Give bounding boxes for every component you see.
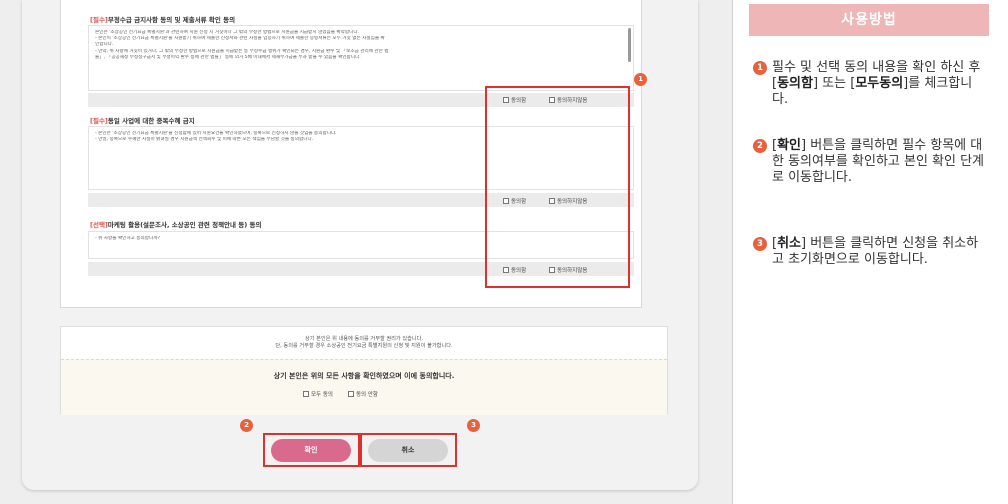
- section-1-title: [필수]부정수급 금지사항 동의 및 제출서류 확인 동의: [90, 14, 235, 24]
- required-tag: [필수]: [90, 16, 108, 24]
- notice-line: 상기 본인은 위 내용에 동의를 거부할 권리가 있습니다.: [304, 336, 424, 342]
- step-text-part: ] 또는 [: [812, 76, 856, 91]
- checkbox-icon: [303, 391, 309, 397]
- step-text: [취소] 버튼을 클릭하면 신청을 취소하고 초기화면으로 이동합니다.: [772, 236, 988, 268]
- notice-line: 단, 동의를 거부할 경우 소상공인 전기요금 특별지원의 신청 및 지원이 불…: [275, 343, 453, 349]
- guide-step-2: 2 [확인] 버튼을 클릭하면 필수 항목에 대한 동의여부를 확인하고 본인 …: [753, 138, 988, 186]
- all-agree-checkbox[interactable]: 모두 동의: [303, 390, 333, 398]
- marker-2: 2: [240, 419, 253, 432]
- marker-3: 3: [467, 419, 480, 432]
- section-title-text: 동일 사업에 대한 중복수혜 금지: [107, 117, 195, 125]
- section-title-text: 부정수급 금지사항 동의 및 제출서류 확인 동의: [107, 16, 236, 24]
- content-line: 률」, 「공공재정 부정청구금지 및 부정이익 환수 등에 관한 법률」 등에 …: [95, 54, 361, 60]
- step-bold: 모두동의: [855, 76, 904, 91]
- scrollbar[interactable]: [628, 28, 631, 62]
- guide-panel: 사용방법 1 필수 및 선택 동의 내용을 확인 하신 후 [동의함] 또는 […: [733, 0, 1008, 504]
- notice-text: 상기 본인은 위 내용에 동의를 거부할 권리가 있습니다. 단, 동의를 거부…: [61, 327, 667, 359]
- marker-1: 1: [634, 73, 647, 86]
- section-3-title: [선택]마케팅 활용(설문조사, 소상공인 관련 정책안내 등) 동의: [90, 219, 261, 229]
- guide-step-3: 3 [취소] 버튼을 클릭하면 신청을 취소하고 초기화면으로 이동합니다.: [753, 236, 988, 268]
- step-bold: 확인: [777, 138, 801, 153]
- checkbox-label: 동의 안함: [356, 392, 378, 398]
- confirm-button[interactable]: 확인: [271, 439, 351, 462]
- step-text: 필수 및 선택 동의 내용을 확인 하신 후 [동의함] 또는 [모두동의]를 …: [772, 60, 988, 108]
- optional-tag: [선택]: [90, 221, 108, 229]
- checkbox-icon: [348, 391, 354, 397]
- confirm-area: 상기 본인은 위의 모든 사항을 확인하였으며 이에 동의합니다. 모두 동의 …: [61, 359, 667, 415]
- step-number-icon: 2: [753, 139, 767, 153]
- guide-step-1: 1 필수 및 선택 동의 내용을 확인 하신 후 [동의함] 또는 [모두동의]…: [753, 60, 988, 108]
- step-text-part: ] 버튼을 클릭하면 신청을 취소하고 초기화면으로 이동합니다.: [772, 236, 979, 267]
- no-agree-checkbox[interactable]: 동의 안함: [348, 390, 378, 398]
- highlight-box-agree: [485, 86, 630, 288]
- guide-title: 사용방법: [749, 4, 989, 36]
- cancel-button[interactable]: 취소: [368, 439, 448, 462]
- step-number-icon: 1: [753, 61, 767, 75]
- step-text-part: ] 버튼을 클릭하면 필수 항목에 대한 동의여부를 확인하고 본인 확인 단계…: [772, 138, 985, 185]
- section-2-title: [필수]동일 사업에 대한 중복수혜 금지: [90, 115, 195, 125]
- required-tag: [필수]: [90, 117, 108, 125]
- screen: [필수]부정수급 금지사항 동의 및 제출서류 확인 동의 본인은 '소상공인 …: [0, 0, 1008, 504]
- step-bold: 취소: [777, 236, 801, 251]
- checkbox-label: 모두 동의: [311, 392, 333, 398]
- section-1-content[interactable]: 본인은 '소상공인 전기요금 특별지원'과 관련하여 지원 신청 시 거짓이나 …: [88, 25, 634, 91]
- notice-card: 상기 본인은 위 내용에 동의를 거부할 권리가 있습니다. 단, 동의를 거부…: [60, 326, 668, 415]
- step-number-icon: 3: [753, 237, 767, 251]
- step-bold: 동의함: [777, 76, 813, 91]
- section-title-text: 마케팅 활용(설문조사, 소상공인 관련 정책안내 등) 동의: [107, 221, 262, 229]
- step-text: [확인] 버튼을 클릭하면 필수 항목에 대한 동의여부를 확인하고 본인 확인…: [772, 138, 988, 186]
- confirm-text: 상기 본인은 위의 모든 사항을 확인하였으며 이에 동의합니다.: [273, 372, 455, 380]
